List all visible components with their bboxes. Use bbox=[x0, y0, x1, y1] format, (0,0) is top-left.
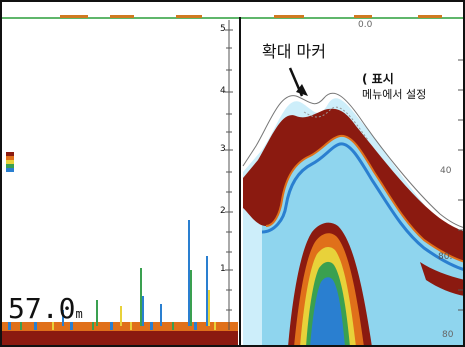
depth-value: 57.0 bbox=[8, 292, 76, 325]
history-scale-label: 3 bbox=[220, 144, 226, 154]
zoom-scale-label: 0.0 bbox=[358, 20, 373, 30]
history-scale-label: 1 bbox=[220, 264, 226, 274]
zoom-marker-callout-note-line2: 메뉴에서 설정 bbox=[362, 88, 427, 101]
zoom-scale-label: 80 bbox=[442, 330, 454, 340]
history-scale-label: 2 bbox=[220, 206, 226, 216]
arrow-down-right-icon bbox=[288, 67, 308, 97]
zoom-scale-label: 40 bbox=[440, 166, 452, 176]
history-scale-label: 5 bbox=[220, 24, 226, 34]
sonar-screen: 5 4 3 2 1 0.0 40 80. 80 확대 마커 ( 표시 메뉴에서 … bbox=[0, 0, 465, 347]
color-scale-icon bbox=[6, 152, 14, 172]
zoom-marker-callout-title: 확대 마커 bbox=[262, 42, 326, 61]
zoom-marker-callout-note: ( 표시 bbox=[362, 70, 394, 87]
history-scale-label: 4 bbox=[220, 86, 226, 96]
callout-note-bold: 표시 bbox=[371, 72, 394, 86]
zoom-echo bbox=[242, 92, 465, 347]
depth-unit: m bbox=[75, 307, 83, 321]
zoom-scale-label: 80. bbox=[438, 252, 453, 262]
callout-note-open: ( bbox=[362, 72, 372, 86]
depth-readout: 57.0m bbox=[8, 292, 83, 325]
